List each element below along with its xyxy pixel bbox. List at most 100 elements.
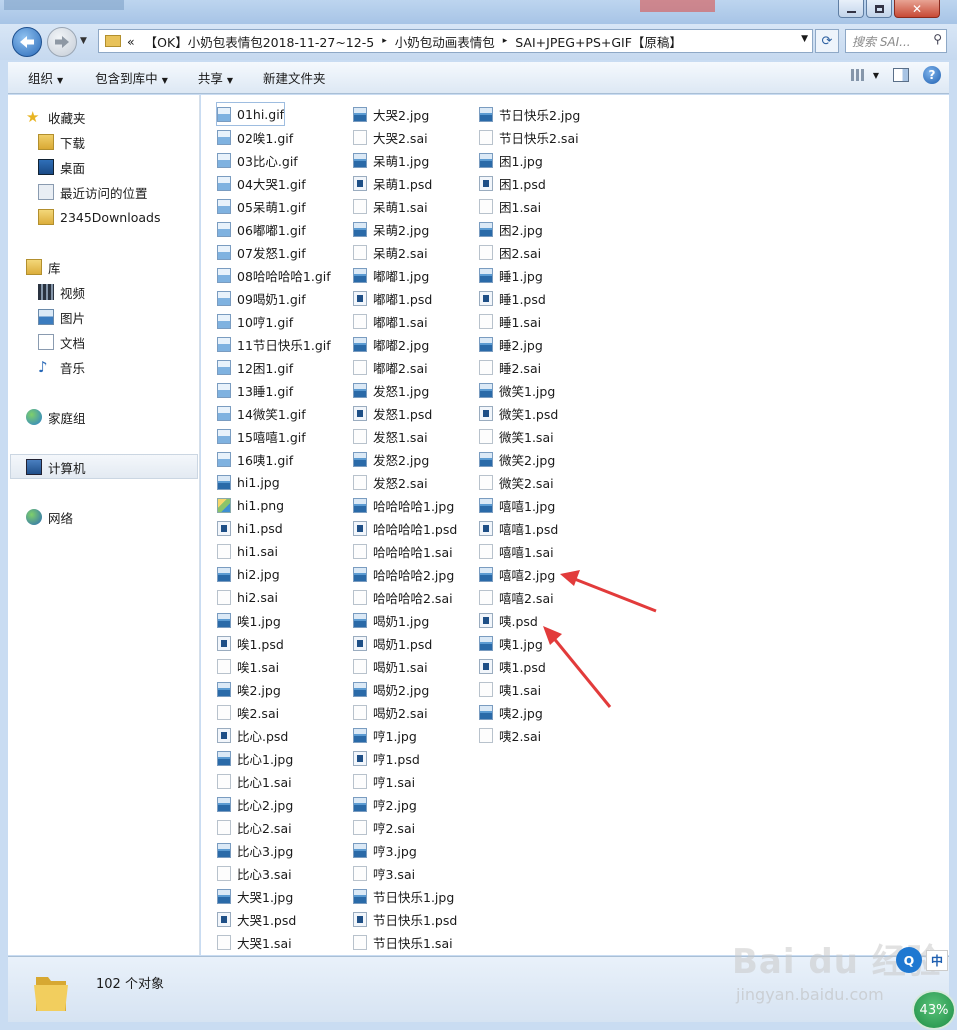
- organize-menu[interactable]: 组织 ▼: [18, 68, 73, 87]
- ime-language[interactable]: 中: [926, 949, 949, 971]
- file-item[interactable]: 节日快乐2.sai: [479, 126, 579, 148]
- file-item[interactable]: 微笑1.jpg: [479, 379, 555, 401]
- file-item[interactable]: 喝奶1.jpg: [353, 609, 429, 631]
- sidebar-network[interactable]: 网络: [26, 506, 73, 528]
- file-item[interactable]: 睡1.jpg: [479, 264, 543, 286]
- file-item[interactable]: 14微笑1.gif: [217, 402, 306, 424]
- file-item[interactable]: 哼2.jpg: [353, 793, 417, 815]
- file-item[interactable]: 08哈哈哈哈1.gif: [217, 264, 331, 286]
- file-item[interactable]: 微笑2.jpg: [479, 448, 555, 470]
- file-item[interactable]: 咦2.sai: [479, 724, 541, 746]
- sidebar-computer[interactable]: 计算机: [26, 456, 86, 478]
- file-item[interactable]: 咦.psd: [479, 609, 538, 631]
- sidebar-item-documents[interactable]: 文档: [38, 331, 85, 353]
- breadcrumb-separator[interactable]: ▸: [503, 36, 508, 46]
- file-item[interactable]: 大哭1.sai: [217, 931, 292, 953]
- file-item[interactable]: 呆萌2.jpg: [353, 218, 429, 240]
- file-item[interactable]: 唉1.psd: [217, 632, 284, 654]
- file-item[interactable]: 11节日快乐1.gif: [217, 333, 331, 355]
- breadcrumb-overflow[interactable]: «: [127, 34, 135, 49]
- file-item[interactable]: 哼3.jpg: [353, 839, 417, 861]
- file-item[interactable]: 比心3.jpg: [217, 839, 293, 861]
- file-item[interactable]: 发怒2.jpg: [353, 448, 429, 470]
- file-item[interactable]: 比心1.jpg: [217, 747, 293, 769]
- share-menu[interactable]: 共享 ▼: [188, 68, 243, 87]
- file-item[interactable]: 唉1.sai: [217, 655, 279, 677]
- sidebar-item-videos[interactable]: 视频: [38, 281, 85, 303]
- search-input[interactable]: 搜索 SAI... ⚲: [845, 29, 947, 53]
- file-item[interactable]: 16咦1.gif: [217, 448, 293, 470]
- file-item[interactable]: 节日快乐1.psd: [353, 908, 457, 930]
- file-item[interactable]: 嘟嘟1.psd: [353, 287, 432, 309]
- sidebar-item-music[interactable]: ♪ 音乐: [38, 356, 85, 378]
- file-item[interactable]: 大哭2.jpg: [353, 103, 429, 125]
- file-item[interactable]: 困1.jpg: [479, 149, 543, 171]
- address-field[interactable]: « 【OK】小奶包表情包2018-11-27~12-5 ▸ 小奶包动画表情包 ▸…: [98, 29, 813, 53]
- file-item[interactable]: 发怒2.sai: [353, 471, 428, 493]
- help-button[interactable]: ?: [923, 66, 941, 84]
- file-item[interactable]: 咦1.jpg: [479, 632, 543, 654]
- file-item[interactable]: 睡2.sai: [479, 356, 541, 378]
- close-button[interactable]: ✕: [894, 0, 940, 18]
- file-item[interactable]: 咦1.psd: [479, 655, 546, 677]
- breadcrumb-item[interactable]: 【OK】小奶包表情包2018-11-27~12-5: [145, 32, 375, 51]
- breadcrumb-item[interactable]: 小奶包动画表情包: [395, 32, 495, 51]
- file-item[interactable]: 微笑1.sai: [479, 425, 554, 447]
- file-item[interactable]: 嘻嘻2.sai: [479, 586, 554, 608]
- file-item[interactable]: 发怒1.psd: [353, 402, 432, 424]
- file-item[interactable]: 呆萌1.sai: [353, 195, 428, 217]
- file-item[interactable]: 哈哈哈哈2.jpg: [353, 563, 454, 585]
- address-dropdown-icon[interactable]: ▼: [801, 34, 808, 44]
- file-item[interactable]: 呆萌2.sai: [353, 241, 428, 263]
- new-folder-button[interactable]: 新建文件夹: [253, 68, 336, 87]
- file-item[interactable]: 呆萌1.psd: [353, 172, 432, 194]
- preview-pane-button[interactable]: [893, 68, 909, 82]
- file-item[interactable]: 咦1.sai: [479, 678, 541, 700]
- file-item[interactable]: 嘻嘻2.jpg: [479, 563, 555, 585]
- file-item[interactable]: 比心.psd: [217, 724, 288, 746]
- file-item[interactable]: 比心2.jpg: [217, 793, 293, 815]
- file-item[interactable]: 嘟嘟1.jpg: [353, 264, 429, 286]
- file-item[interactable]: 哼2.sai: [353, 816, 415, 838]
- file-item[interactable]: 微笑2.sai: [479, 471, 554, 493]
- file-item[interactable]: hi1.psd: [217, 517, 283, 539]
- file-item[interactable]: 大哭1.jpg: [217, 885, 293, 907]
- back-button[interactable]: [12, 27, 42, 57]
- file-item[interactable]: 哈哈哈哈2.sai: [353, 586, 453, 608]
- maximize-button[interactable]: [866, 0, 892, 18]
- file-item[interactable]: 微笑1.psd: [479, 402, 558, 424]
- file-item[interactable]: 哈哈哈哈1.psd: [353, 517, 457, 539]
- file-item[interactable]: 嘻嘻1.jpg: [479, 494, 555, 516]
- file-item[interactable]: 05呆萌1.gif: [217, 195, 306, 217]
- file-item[interactable]: 咦2.jpg: [479, 701, 543, 723]
- sidebar-item-recent[interactable]: 最近访问的位置: [38, 181, 148, 203]
- file-item[interactable]: hi2.jpg: [217, 563, 280, 585]
- file-item[interactable]: hi1.jpg: [217, 471, 280, 493]
- file-item[interactable]: 发怒1.sai: [353, 425, 428, 447]
- file-item[interactable]: 困1.psd: [479, 172, 546, 194]
- file-item[interactable]: 喝奶1.sai: [353, 655, 428, 677]
- sidebar-item-desktop[interactable]: 桌面: [38, 156, 85, 178]
- file-item[interactable]: 唉2.jpg: [217, 678, 281, 700]
- file-item[interactable]: 04大哭1.gif: [217, 172, 306, 194]
- file-item[interactable]: 哈哈哈哈1.sai: [353, 540, 453, 562]
- file-item[interactable]: 睡1.sai: [479, 310, 541, 332]
- file-item[interactable]: 节日快乐1.sai: [353, 931, 453, 953]
- file-item[interactable]: 唉2.sai: [217, 701, 279, 723]
- breadcrumb-separator[interactable]: ▸: [382, 36, 387, 46]
- file-item[interactable]: 大哭1.psd: [217, 908, 296, 930]
- file-item[interactable]: 06嘟嘟1.gif: [217, 218, 306, 240]
- change-view-button[interactable]: ▼: [850, 69, 879, 81]
- search-icon[interactable]: ⚲: [933, 32, 942, 46]
- file-item[interactable]: 比心3.sai: [217, 862, 292, 884]
- file-item[interactable]: 嘟嘟2.jpg: [353, 333, 429, 355]
- file-item[interactable]: 困2.jpg: [479, 218, 543, 240]
- file-item[interactable]: 睡1.psd: [479, 287, 546, 309]
- file-item[interactable]: hi1.png: [217, 494, 284, 516]
- file-item[interactable]: hi1.sai: [217, 540, 278, 562]
- sidebar-favorites[interactable]: ★ 收藏夹: [26, 106, 86, 128]
- file-item[interactable]: 15嘻嘻1.gif: [217, 425, 306, 447]
- forward-button[interactable]: [47, 27, 77, 57]
- file-item[interactable]: 哼3.sai: [353, 862, 415, 884]
- file-item[interactable]: 喝奶2.sai: [353, 701, 428, 723]
